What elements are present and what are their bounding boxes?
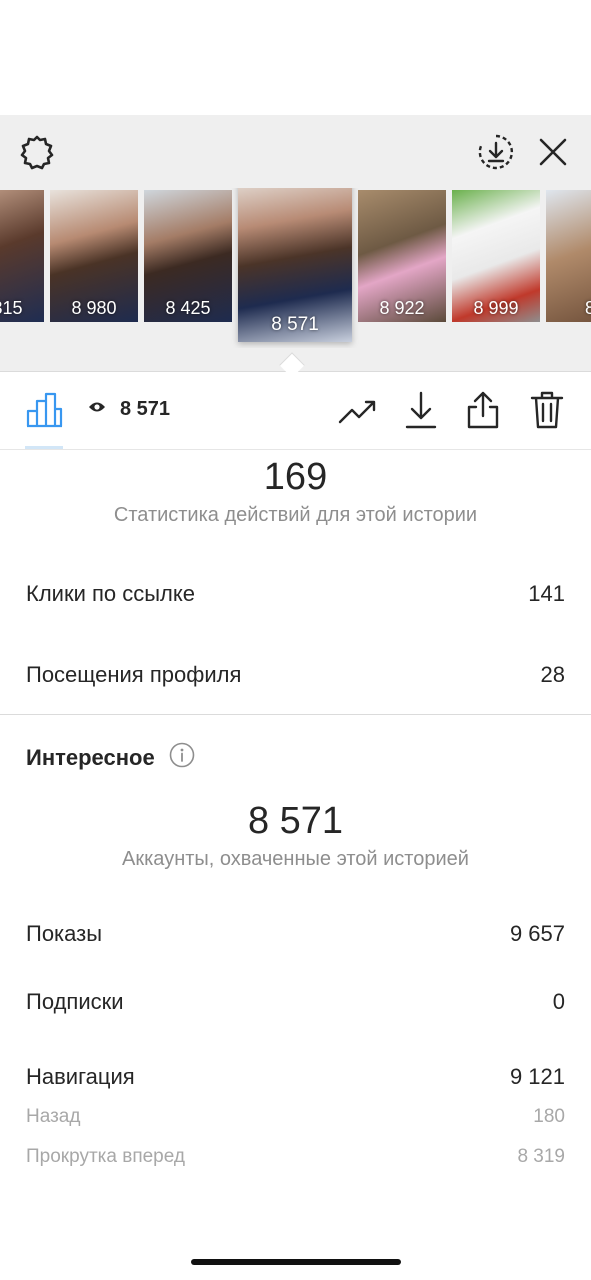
link-clicks-row: Клики по ссылке 141 xyxy=(26,581,565,607)
row-value: 0 xyxy=(552,989,565,1014)
forward-row: Прокрутка вперед 8 319 xyxy=(26,1146,565,1168)
story-views: 8 922 xyxy=(379,298,425,318)
row-label: Прокрутка вперед xyxy=(26,1146,185,1167)
impressions-row: Показы 9 657 xyxy=(26,921,565,947)
story-thumbnail[interactable]: 8 315 xyxy=(0,190,44,322)
story-views: 8 315 xyxy=(0,298,23,318)
info-icon[interactable] xyxy=(169,742,195,773)
story-thumbnail[interactable]: 8 922 xyxy=(358,190,446,322)
story-views: 8 980 xyxy=(71,298,117,318)
discovery-header: Интересное xyxy=(26,742,195,773)
story-thumbnail[interactable]: 8 xyxy=(546,190,591,322)
row-label: Назад xyxy=(26,1106,81,1127)
row-label: Показы xyxy=(26,921,103,946)
row-label: Клики по ссылке xyxy=(26,581,195,606)
views-number: 8 571 xyxy=(120,398,171,420)
row-value: 28 xyxy=(540,662,565,687)
story-views: 8 xyxy=(584,298,591,318)
story-thumbnail-active[interactable]: 8 571 xyxy=(238,188,352,342)
story-thumbnails: 8 315 8 980 8 425 8 571 8 922 8 999 8 xyxy=(0,188,591,348)
reach-number: 8 571 xyxy=(247,800,344,842)
actions-caption: Статистика действий для этой истории xyxy=(113,504,478,526)
active-tab-indicator xyxy=(25,446,63,449)
actions-total: 169 xyxy=(263,456,328,498)
row-value: 180 xyxy=(533,1106,565,1127)
home-indicator[interactable] xyxy=(191,1259,401,1265)
reach-caption: Аккаунты, охваченные этой историей xyxy=(122,848,469,870)
story-views: 8 571 xyxy=(271,314,319,335)
share-icon[interactable] xyxy=(464,388,502,432)
close-icon[interactable] xyxy=(535,134,571,170)
download-circle-icon[interactable] xyxy=(476,132,516,172)
bar-chart-icon[interactable] xyxy=(24,390,64,430)
back-row: Назад 180 xyxy=(26,1106,565,1128)
discovery-title: Интересное xyxy=(26,744,155,770)
story-thumbnail[interactable]: 8 980 xyxy=(50,190,138,322)
story-thumbnail[interactable]: 8 425 xyxy=(144,190,232,322)
gear-icon[interactable] xyxy=(16,132,58,174)
follows-row: Подписки 0 xyxy=(26,989,565,1015)
row-value: 141 xyxy=(528,581,565,606)
row-label: Навигация xyxy=(26,1064,135,1089)
profile-visits-row: Посещения профиля 28 xyxy=(26,662,565,688)
row-label: Подписки xyxy=(26,989,124,1014)
trash-icon[interactable] xyxy=(528,388,566,432)
row-value: 9 121 xyxy=(509,1064,565,1089)
story-views: 8 425 xyxy=(165,298,211,318)
row-value: 8 319 xyxy=(517,1146,565,1167)
story-views: 8 999 xyxy=(473,298,519,318)
story-thumbnail[interactable]: 8 999 xyxy=(452,190,540,322)
row-label: Посещения профиля xyxy=(26,662,242,687)
section-divider xyxy=(0,714,591,715)
navigation-row: Навигация 9 121 xyxy=(26,1064,565,1090)
download-icon[interactable] xyxy=(402,388,440,432)
views-count: 8 571 xyxy=(88,398,170,421)
trend-icon[interactable] xyxy=(337,392,379,430)
eye-icon xyxy=(88,400,106,419)
row-value: 9 657 xyxy=(509,921,565,946)
